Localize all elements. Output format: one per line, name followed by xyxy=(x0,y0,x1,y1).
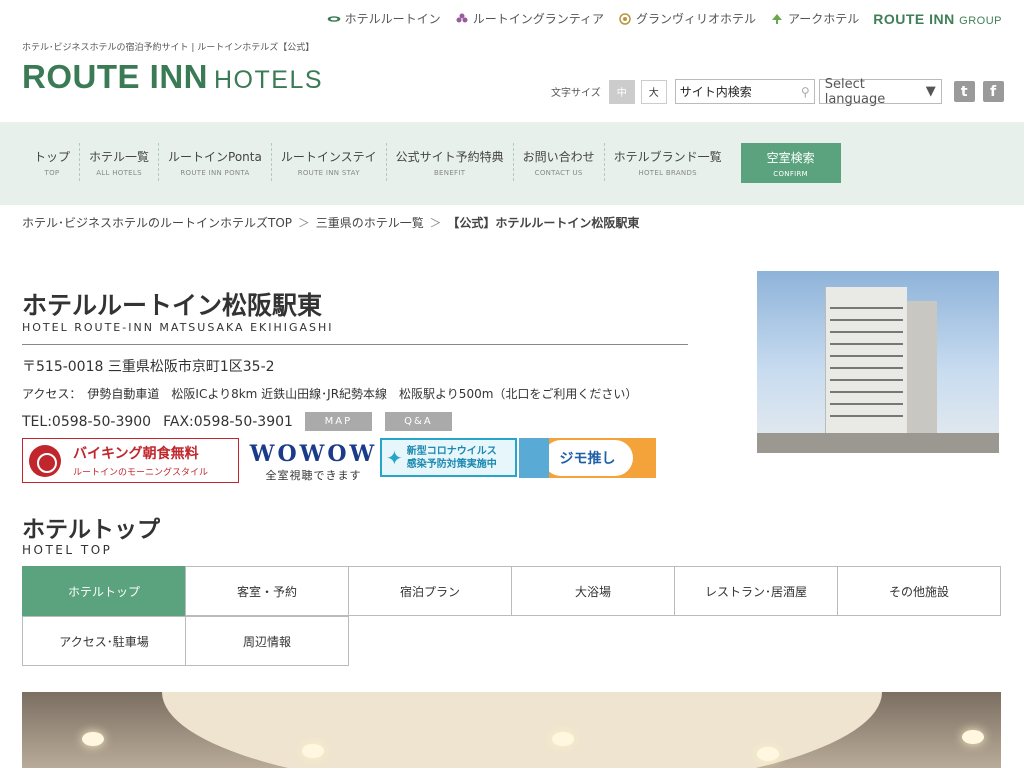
route-inn-group-logo[interactable]: ROUTE INN GROUP xyxy=(873,11,1002,27)
nav-item-contact[interactable]: お問い合わせ CONTACT US xyxy=(514,143,605,181)
brand-label: アークホテル xyxy=(787,12,860,26)
header-tools: 文字サイズ 中 大 サイト内検索 ⚲ Select language ▼ t f xyxy=(551,76,1004,107)
brand-label: グランヴィリオホテル xyxy=(635,12,756,26)
promo-banners: バイキング朝食無料 ルートインのモーニングスタイル WOWOW 全室視聴できます… xyxy=(22,438,656,483)
brand-link-ark[interactable]: アークホテル xyxy=(770,10,859,27)
tab-area-info[interactable]: 周辺情報 xyxy=(185,616,349,666)
site-search-input[interactable]: サイト内検索 ⚲ xyxy=(674,79,815,104)
site-tagline: ホテル･ビジネスホテルの宿泊予約サイト | ルートインホテルズ【公式】 xyxy=(22,43,315,53)
hotel-name-en: HOTEL ROUTE-INN MATSUSAKA EKIHIGASHI xyxy=(22,321,334,334)
nav-item-ponta[interactable]: ルートインPonta ROUTE INN PONTA xyxy=(159,143,272,181)
chevron-down-icon: ▼ xyxy=(925,84,936,99)
site-logo[interactable]: ROUTE INN HOTELS xyxy=(22,58,323,96)
nav-item-all-hotels[interactable]: ホテル一覧 ALL HOTELS xyxy=(80,143,160,181)
search-icon[interactable]: ⚲ xyxy=(801,85,810,99)
route-inn-leaf-icon xyxy=(327,15,340,22)
brand-link-grantia[interactable]: ルートイングランティア xyxy=(455,10,604,27)
breadcrumb: ホテル･ビジネスホテルのルートインホテルズTOP ＞ 三重県のホテル一覧 ＞ 【… xyxy=(22,214,639,231)
facebook-icon[interactable]: f xyxy=(982,81,1004,102)
hotel-contact: TEL:0598-50-3900 FAX:0598-50-3901 MAP Q&… xyxy=(22,412,452,431)
nav-item-stay[interactable]: ルートインステイ ROUTE INN STAY xyxy=(272,143,387,181)
brand-link-route-inn[interactable]: ホテルルートイン xyxy=(327,10,441,27)
hotel-photo xyxy=(757,271,999,453)
map-button[interactable]: MAP xyxy=(304,412,372,431)
hotel-tel[interactable]: TEL:0598-50-3900 xyxy=(22,414,151,430)
breadcrumb-separator: ＞ xyxy=(429,216,442,230)
nav-item-top[interactable]: トップ TOP xyxy=(22,143,81,181)
font-size-medium-button[interactable]: 中 xyxy=(608,79,635,104)
section-title-en: HOTEL TOP xyxy=(22,543,113,557)
nav-item-brands[interactable]: ホテルブランド一覧 HOTEL BRANDS xyxy=(605,143,731,181)
qa-button[interactable]: Q&A xyxy=(384,412,452,431)
covid-measures-banner[interactable]: ✦ 新型コロナウイルス 感染予防対策実施中 xyxy=(380,438,517,477)
breadcrumb-current: 【公式】ホテルルートイン松阪駅東 xyxy=(447,216,640,230)
tab-access[interactable]: アクセス･駐車場 xyxy=(22,616,186,666)
tab-hotel-top[interactable]: ホテルトップ xyxy=(22,566,186,616)
twitter-icon[interactable]: t xyxy=(953,81,975,102)
sparkle-icon: ✦ xyxy=(386,445,403,470)
social-links: t f xyxy=(953,81,1004,102)
brand-label: ルートイングランティア xyxy=(472,12,604,26)
breakfast-banner[interactable]: バイキング朝食無料 ルートインのモーニングスタイル xyxy=(22,438,239,483)
hotel-access: アクセス： 伊勢自動車道 松阪ICより8km 近鉄山田線･JR紀勢本線 松阪駅よ… xyxy=(22,387,638,401)
ark-tree-icon xyxy=(771,13,782,24)
tab-facilities[interactable]: その他施設 xyxy=(837,566,1001,616)
tab-restaurant[interactable]: レストラン･居酒屋 xyxy=(674,566,838,616)
jimo-oshi-banner[interactable]: ジモ推し xyxy=(519,438,656,478)
grandvrio-emblem-icon xyxy=(619,12,631,25)
language-select[interactable]: Select language ▼ xyxy=(818,76,942,107)
font-size-large-button[interactable]: 大 xyxy=(640,79,667,104)
brand-label: ホテルルートイン xyxy=(344,12,441,26)
brand-bar: ホテルルートイン ルートイングランティア グランヴィリオホテル アークホテル R… xyxy=(327,10,1002,27)
tab-plans[interactable]: 宿泊プラン xyxy=(348,566,512,616)
hotel-address: 〒515-0018 三重県松阪市京町1区35-2 xyxy=(22,359,275,375)
divider xyxy=(22,344,688,345)
grantia-flower-icon xyxy=(456,13,468,22)
language-label: Select language xyxy=(824,76,886,107)
section-title: ホテルトップ xyxy=(22,517,160,543)
tab-bath[interactable]: 大浴場 xyxy=(511,566,675,616)
hotel-fax: FAX:0598-50-3901 xyxy=(163,413,293,430)
font-size-label: 文字サイズ xyxy=(551,88,601,99)
brand-link-grandvrio[interactable]: グランヴィリオホテル xyxy=(618,10,756,27)
search-value: サイト内検索 xyxy=(679,85,752,99)
nav-item-benefit[interactable]: 公式サイト予約特典 BENEFIT xyxy=(387,143,514,181)
hero-image xyxy=(22,692,1001,768)
breadcrumb-link-mie[interactable]: 三重県のホテル一覧 xyxy=(316,216,424,230)
vacancy-search-button[interactable]: 空室検索 CONFIRM xyxy=(740,143,841,183)
breadcrumb-link-top[interactable]: ホテル･ビジネスホテルのルートインホテルズTOP xyxy=(22,216,292,230)
tab-rooms[interactable]: 客室・予約 xyxy=(185,566,349,616)
wowow-banner[interactable]: WOWOW 全室視聴できます xyxy=(247,438,380,483)
global-nav: トップ TOP ホテル一覧 ALL HOTELS ルートインPonta ROUTE I… xyxy=(0,122,1024,205)
plate-icon xyxy=(29,444,61,477)
hotel-name: ホテルルートイン松阪駅東 xyxy=(22,291,323,320)
breadcrumb-separator: ＞ xyxy=(297,216,310,230)
